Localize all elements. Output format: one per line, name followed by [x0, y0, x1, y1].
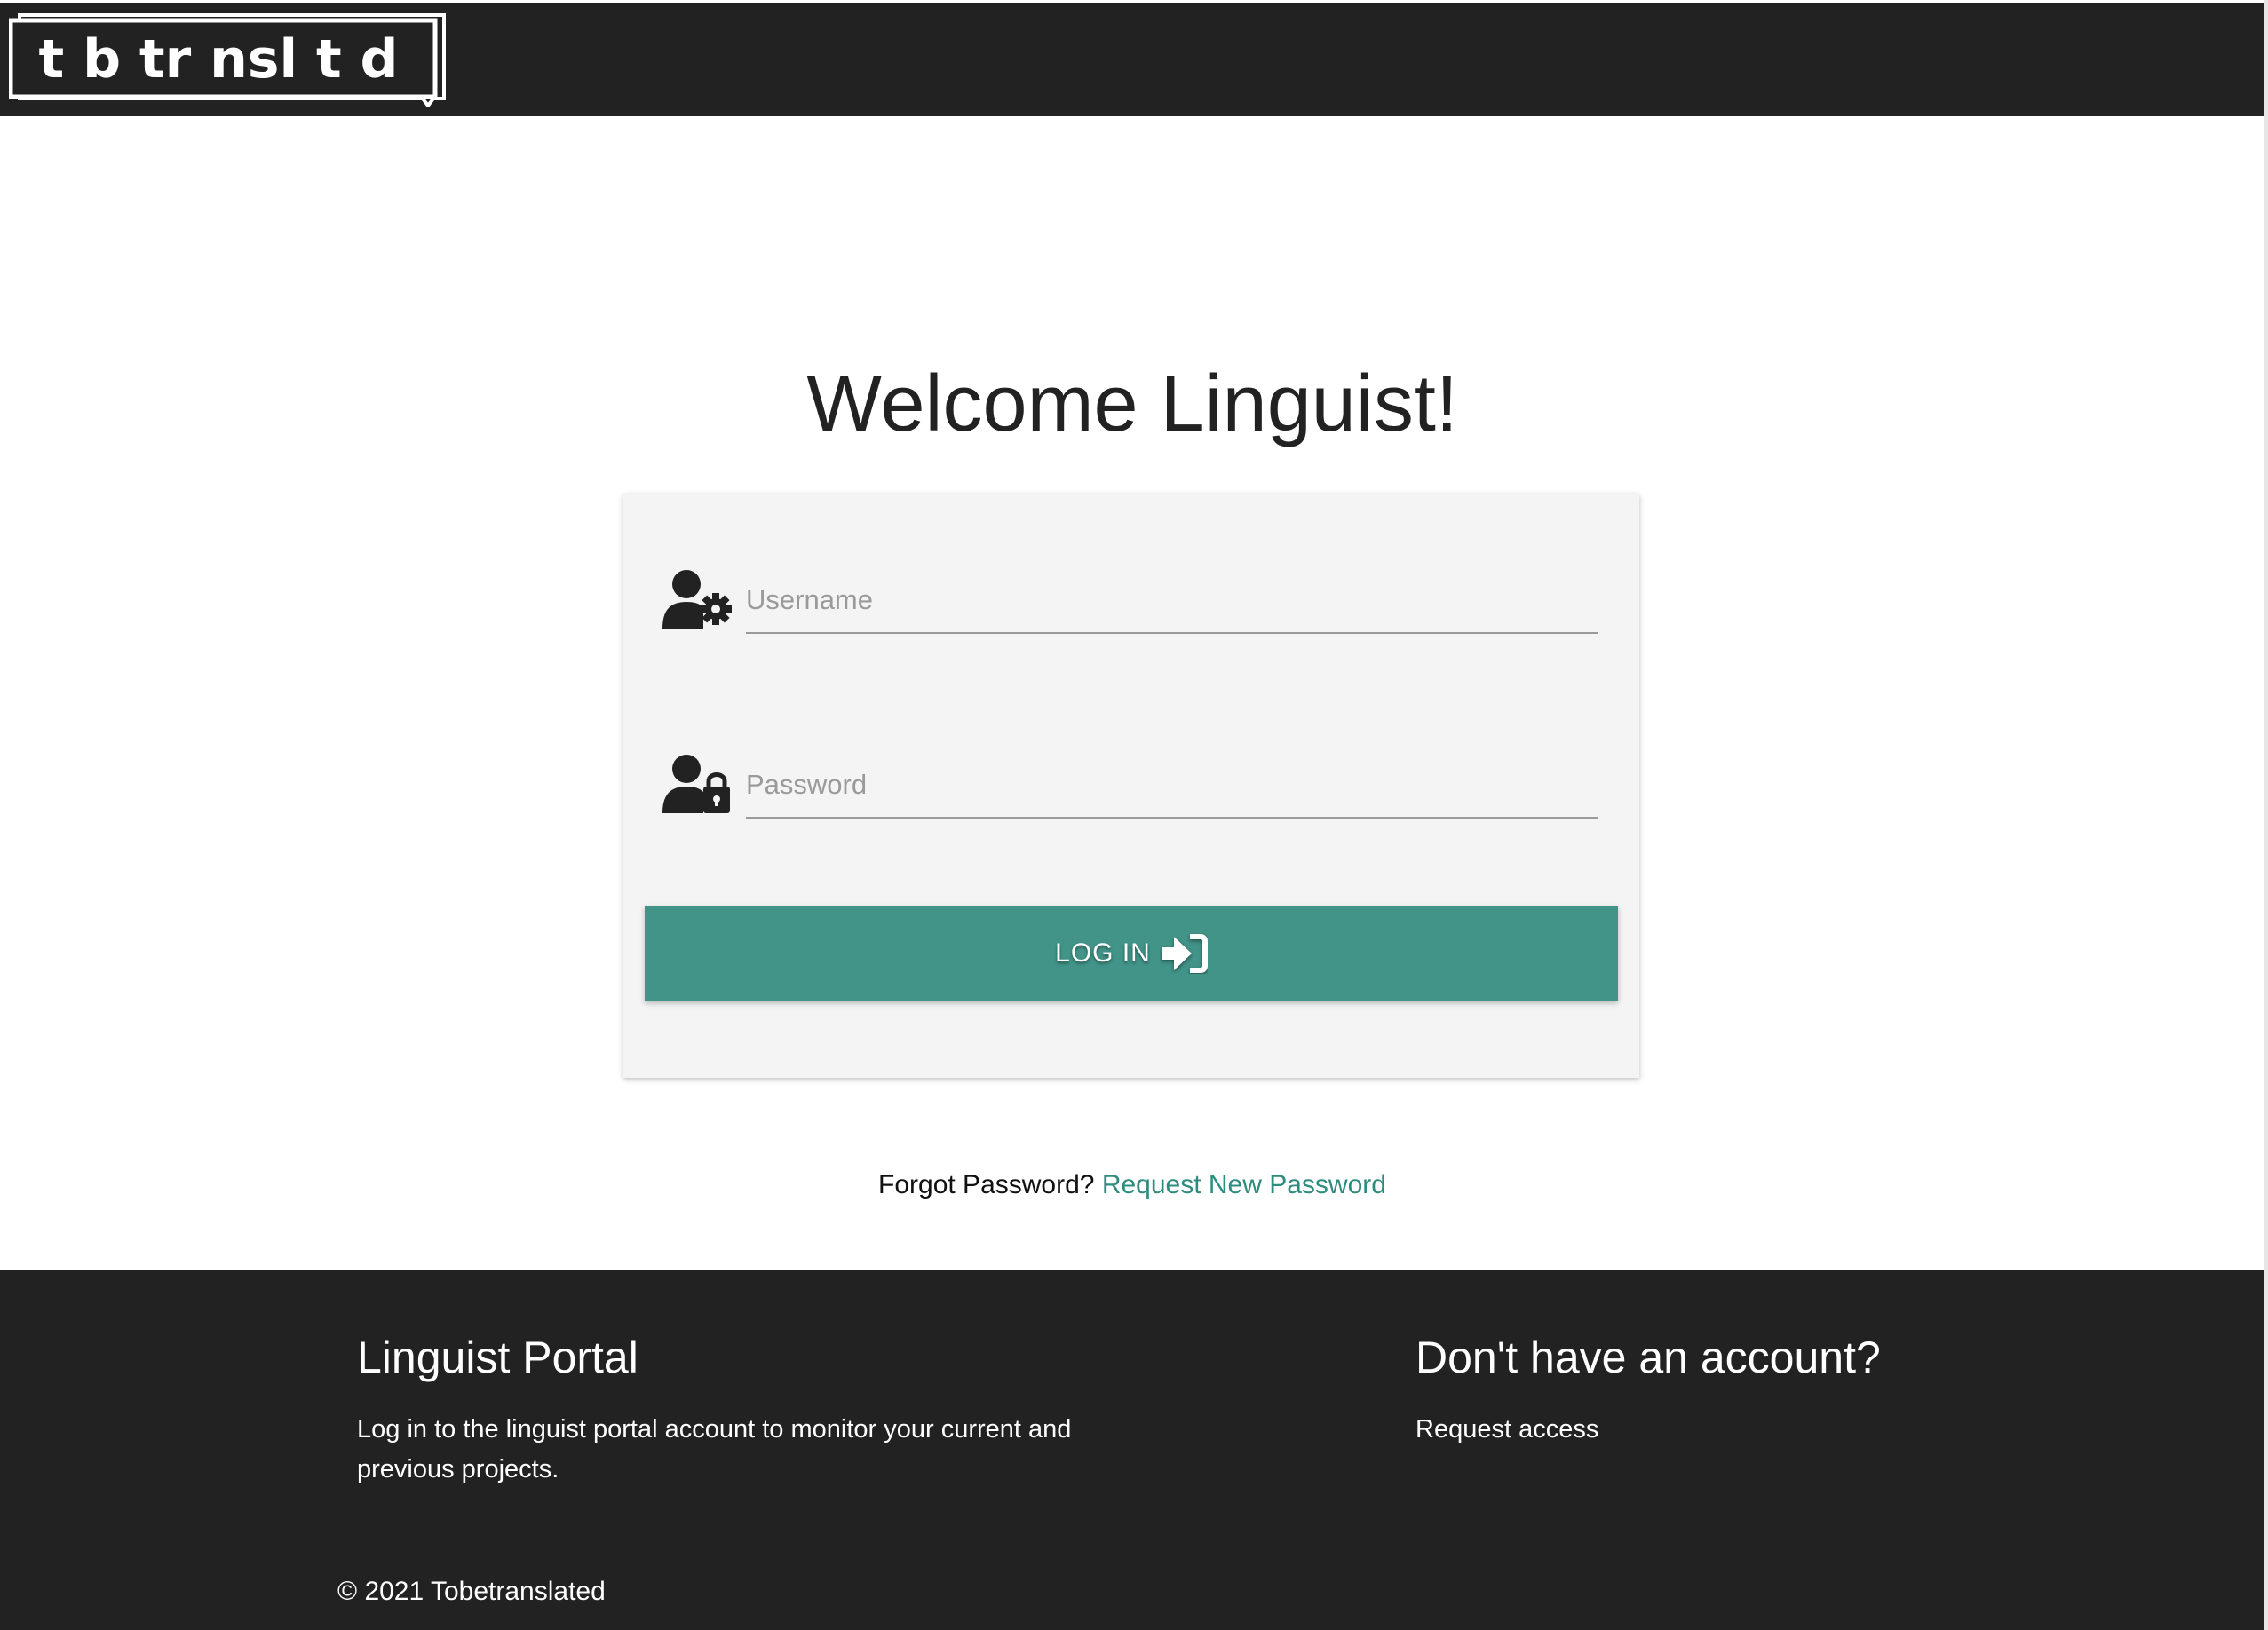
login-card-content: LOG IN [623, 494, 1639, 1078]
window-edge [2264, 0, 2268, 1630]
forgot-password-line: Forgot Password? Request New Password [0, 1170, 2264, 1200]
footer-portal-description: Log in to the linguist portal account to… [357, 1415, 1072, 1484]
top-navbar: t b tr nsl t d [0, 3, 2264, 116]
request-access-link[interactable]: Request access [1416, 1410, 1598, 1450]
request-new-password-link[interactable]: Request New Password [1102, 1170, 1386, 1199]
footer-portal-title: Linguist Portal [357, 1333, 638, 1382]
logo-text: t b tr nsl t d [39, 28, 399, 91]
forgot-password-prompt: Forgot Password? [878, 1170, 1095, 1199]
login-page: t b tr nsl t d Welcome Linguist! Usernam… [0, 0, 2268, 1630]
login-button[interactable]: LOG IN [645, 906, 1618, 1001]
welcome-heading: Welcome Linguist! [806, 360, 1458, 448]
sign-in-icon [1161, 933, 1208, 973]
page-footer: Linguist Portal Log in to the linguist p… [0, 1270, 2264, 1630]
footer-account-title: Don't have an account? [1416, 1333, 1881, 1382]
tobetranslated-logo[interactable]: t b tr nsl t d [9, 13, 448, 107]
footer-copyright: © 2021 Tobetranslated [337, 1577, 606, 1606]
login-button-label: LOG IN [1055, 938, 1151, 968]
